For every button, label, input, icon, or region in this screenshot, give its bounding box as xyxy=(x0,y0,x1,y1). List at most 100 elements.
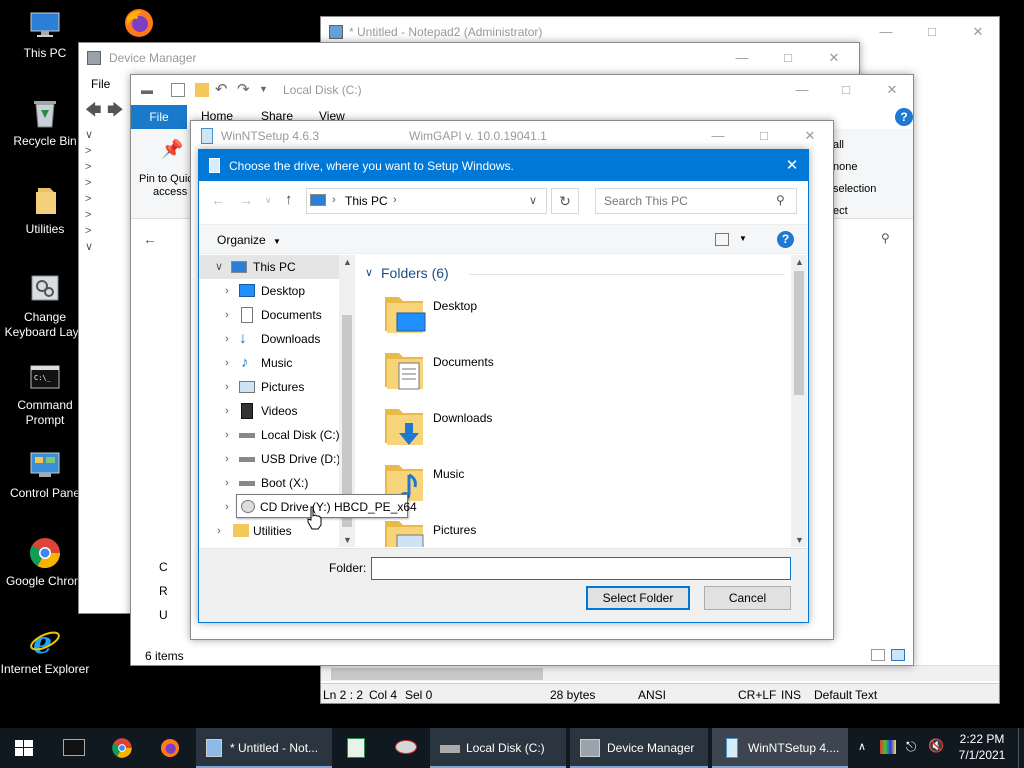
undo-icon[interactable]: ↶ xyxy=(215,80,228,98)
folder-downloads[interactable]: Downloads xyxy=(385,405,685,461)
scroll-thumb[interactable] xyxy=(331,668,543,680)
taskbar-item-notepad[interactable]: * Untitled - Not... xyxy=(196,728,332,768)
tree-chevron[interactable]: > xyxy=(85,143,135,159)
invert-selection-label[interactable]: selection xyxy=(833,183,876,195)
scroll-thumb[interactable] xyxy=(794,271,804,395)
tray-overflow-icon[interactable]: ∧ xyxy=(858,740,866,753)
select-none-label[interactable]: none xyxy=(833,161,857,173)
scroll-up-icon[interactable]: ▲ xyxy=(795,257,804,267)
desktop-icon-command-prompt[interactable]: C:\_ Command Prompt xyxy=(0,360,90,428)
folder-icon[interactable] xyxy=(195,83,209,97)
maximize-button[interactable]: □ xyxy=(741,121,787,151)
back-arrow-icon[interactable]: 🡄 xyxy=(85,99,102,126)
view-options-icon[interactable] xyxy=(715,233,729,246)
chevron-down-icon[interactable]: ∨ xyxy=(365,266,373,279)
large-icons-view-icon[interactable] xyxy=(891,649,905,661)
desktop-icon-keyboard[interactable]: Change Keyboard Layo xyxy=(0,272,90,340)
select-all-label[interactable]: all xyxy=(833,139,844,151)
desktop-icon-utilities[interactable]: Utilities xyxy=(0,184,90,236)
cancel-button[interactable]: Cancel xyxy=(704,586,791,610)
speaker-muted-icon[interactable]: 🔇 xyxy=(928,738,944,754)
tree-item-desktop[interactable]: › Desktop xyxy=(199,279,339,303)
pin-icon[interactable]: 📌 xyxy=(161,139,183,160)
scroll-down-icon[interactable]: ▼ xyxy=(795,535,804,545)
chevron-right-icon[interactable]: › xyxy=(221,375,233,399)
help-icon[interactable]: ? xyxy=(895,108,913,126)
minimize-button[interactable]: — xyxy=(863,17,909,47)
tree-item-downloads[interactable]: › ↓ Downloads xyxy=(199,327,339,351)
notepad-hscrollbar[interactable] xyxy=(321,665,999,681)
select-folder-button[interactable]: Select Folder xyxy=(586,586,690,610)
taskbar-pinned-chrome[interactable] xyxy=(100,728,144,768)
pin-label-1[interactable]: Pin to Quic xyxy=(139,173,193,185)
tray-usb-icon[interactable]: ⎋ xyxy=(906,739,916,755)
chevron-down-icon[interactable]: ▼ xyxy=(739,234,747,243)
chevron-right-icon[interactable]: › xyxy=(221,303,233,327)
taskbar-pinned-firefox[interactable] xyxy=(148,728,192,768)
help-icon[interactable]: ? xyxy=(777,231,794,248)
taskbar-item-device-manager[interactable]: Device Manager xyxy=(570,728,708,768)
winntsetup-titlebar[interactable]: WinNTSetup 4.6.3 WimGAPI v. 10.0.19041.1… xyxy=(191,121,833,151)
folders-group-header[interactable]: ∨ Folders (6) xyxy=(365,265,785,285)
tree-item-this-pc[interactable]: ∨ This PC xyxy=(199,255,339,279)
chevron-right-icon[interactable]: › xyxy=(221,351,233,375)
tree-item-videos[interactable]: › Videos xyxy=(199,399,339,423)
start-button[interactable] xyxy=(0,728,48,768)
explorer-search-icon[interactable]: ⚲ xyxy=(881,231,901,251)
folder-music[interactable]: Music xyxy=(385,461,685,517)
close-button[interactable]: ✕ xyxy=(787,121,833,151)
folder-input[interactable] xyxy=(371,557,791,580)
scroll-down-icon[interactable]: ▼ xyxy=(343,535,352,545)
tab-file[interactable]: File xyxy=(131,105,187,129)
recent-dropdown-icon[interactable]: ∨ xyxy=(265,195,272,206)
minimize-button[interactable]: — xyxy=(779,75,825,105)
desktop-icon-recycle-bin[interactable]: Recycle Bin xyxy=(0,96,90,148)
organize-button[interactable]: Organize ▼ xyxy=(217,233,281,247)
close-button[interactable]: ✕ xyxy=(955,17,999,47)
tree-chevron[interactable]: ∨ xyxy=(85,239,135,255)
desktop-icon-internet-explorer[interactable]: e Internet Explorer xyxy=(0,624,90,676)
maximize-button[interactable]: □ xyxy=(909,17,955,47)
content-scrollbar[interactable]: ▲ ▼ xyxy=(791,255,807,547)
dialog-titlebar[interactable]: Choose the drive, where you want to Setu… xyxy=(199,150,808,181)
tray-display-icon[interactable] xyxy=(880,740,896,754)
tree-chevron[interactable]: > xyxy=(85,191,135,207)
explorer-titlebar[interactable]: ▬ ↶ ↷ ▼ Local Disk (C:) — □ ✕ xyxy=(131,75,913,105)
show-desktop-button[interactable] xyxy=(1018,728,1024,768)
taskbar-item-winntsetup[interactable]: WinNTSetup 4.... xyxy=(712,728,848,768)
breadcrumb-this-pc[interactable]: This PC xyxy=(345,194,388,208)
taskbar-item-local-disk[interactable]: Local Disk (C:) xyxy=(430,728,566,768)
refresh-button[interactable]: ↻ xyxy=(551,188,579,214)
address-dropdown-icon[interactable]: ∨ xyxy=(529,194,537,207)
tree-item-music[interactable]: › ♪ Music xyxy=(199,351,339,375)
tree-chevron[interactable]: > xyxy=(85,223,135,239)
address-bar[interactable]: › This PC › ∨ xyxy=(306,188,547,214)
chevron-right-icon[interactable]: › xyxy=(221,423,233,447)
folder-pictures[interactable]: Pictures xyxy=(385,517,685,547)
tree-item-local-disk-c[interactable]: › Local Disk (C:) xyxy=(199,423,340,447)
close-button[interactable]: ✕ xyxy=(775,150,808,181)
close-button[interactable]: ✕ xyxy=(869,75,913,105)
properties-icon[interactable] xyxy=(171,83,185,97)
firefox-desktop-icon[interactable] xyxy=(122,6,156,40)
clock[interactable]: 2:22 PM 7/1/2021 xyxy=(950,731,1014,763)
up-arrow-icon[interactable]: ↑ xyxy=(285,191,293,208)
minimize-button[interactable]: — xyxy=(695,121,741,151)
search-input[interactable]: Search This PC ⚲ xyxy=(595,188,797,214)
redo-icon[interactable]: ↷ xyxy=(237,80,250,98)
tree-item-usb-drive-d[interactable]: › USB Drive (D:) xyxy=(199,447,340,471)
back-arrow-icon[interactable]: ← xyxy=(211,192,225,208)
tree-item-documents[interactable]: › Documents xyxy=(199,303,339,327)
close-button[interactable]: ✕ xyxy=(811,43,857,73)
chevron-right-icon[interactable]: › xyxy=(221,447,233,471)
minimize-button[interactable]: — xyxy=(719,43,765,73)
folder-desktop[interactable]: Desktop xyxy=(385,293,685,349)
chevron-right-icon[interactable]: › xyxy=(221,495,233,519)
device-manager-titlebar[interactable]: Device Manager — □ ✕ xyxy=(79,43,859,73)
taskbar-pinned-excel[interactable] xyxy=(336,728,380,768)
tree-item-pictures[interactable]: › Pictures xyxy=(199,375,339,399)
taskbar-pinned-tool[interactable] xyxy=(384,728,428,768)
desktop-icon-chrome[interactable]: Google Chrom xyxy=(0,536,90,588)
explorer-back-icon[interactable]: ← xyxy=(143,231,157,247)
tree-chevron[interactable]: > xyxy=(85,207,135,223)
